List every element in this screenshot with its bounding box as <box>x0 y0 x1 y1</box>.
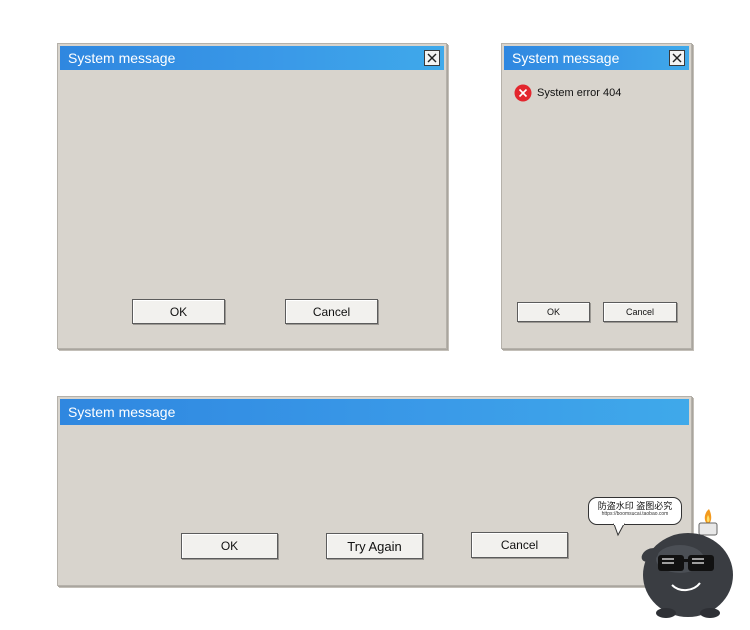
ok-button[interactable]: OK <box>132 299 225 324</box>
bomb-mascot-icon <box>613 509 733 618</box>
dialog-title: System message <box>512 50 620 66</box>
ok-button[interactable]: OK <box>517 302 590 322</box>
system-message-dialog-top-left: System message OK Cancel <box>57 43 447 349</box>
system-message-dialog-top-right: System message System error 404 OK Cance… <box>501 43 692 349</box>
dialog-titlebar[interactable]: System message <box>60 399 689 425</box>
close-icon <box>427 53 437 63</box>
dialog-titlebar[interactable]: System message <box>60 46 444 70</box>
close-button[interactable] <box>424 50 440 66</box>
error-icon <box>514 84 532 102</box>
close-button[interactable] <box>669 50 685 66</box>
error-message-text: System error 404 <box>537 87 622 99</box>
dialog-title: System message <box>68 404 176 420</box>
try-again-button[interactable]: Try Again <box>326 533 423 559</box>
cancel-button[interactable]: Cancel <box>471 532 568 558</box>
cancel-button[interactable]: Cancel <box>285 299 378 324</box>
close-icon <box>672 53 682 63</box>
error-message-row: System error 404 <box>514 84 621 102</box>
dialog-title: System message <box>68 50 176 66</box>
watermark: 防盗水印 盗图必究 https://boomsucai.taobao.com <box>588 497 748 627</box>
cancel-button[interactable]: Cancel <box>603 302 677 322</box>
dialog-titlebar[interactable]: System message <box>504 46 689 70</box>
ok-button[interactable]: OK <box>181 533 278 559</box>
